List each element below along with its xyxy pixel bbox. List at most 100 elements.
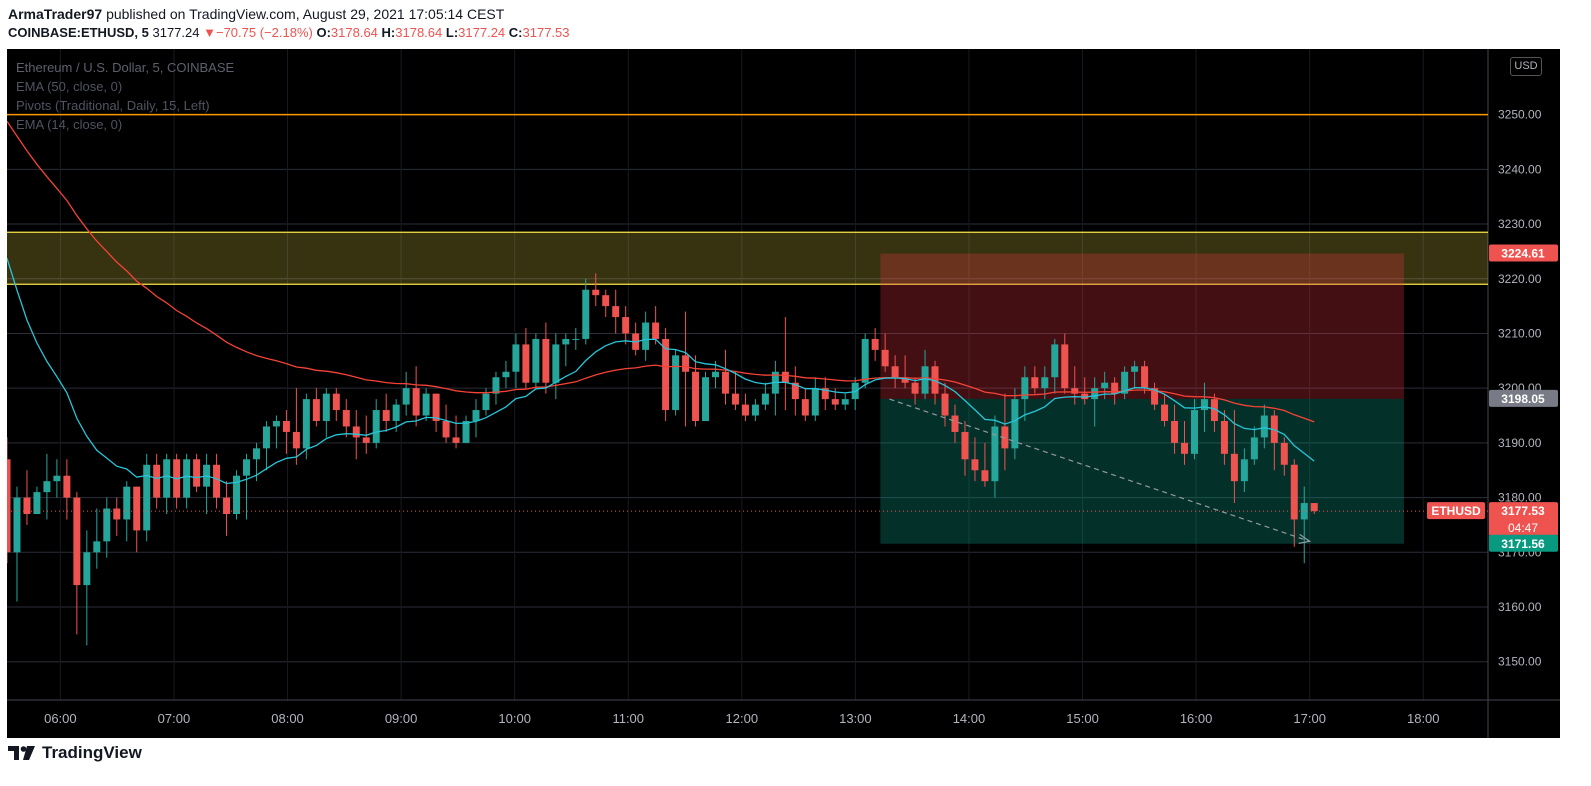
legend-pivots[interactable]: Pivots (Traditional, Daily, 15, Left) [16,96,234,115]
candle-body [1141,366,1149,389]
candle-body [1091,388,1099,400]
candle-body [282,421,290,432]
symbol-info: COINBASE:ETHUSD, 5 3177.24 ▼−70.75 (−2.1… [8,25,570,40]
candle-body [472,410,480,421]
candle-body [1260,415,1268,438]
last-price: 3177.24 [152,25,200,40]
candle-body [692,371,700,421]
candle-body [951,415,959,432]
legend-ema14[interactable]: EMA (14, close, 0) [16,115,234,134]
candle-body [272,421,280,427]
legend-ema50[interactable]: EMA (50, close, 0) [16,77,234,96]
close-value: 3177.53 [522,25,570,40]
candle-body [392,404,400,421]
candle-body [123,486,131,520]
x-tick-label: 17:00 [1293,711,1326,726]
candle-body [193,459,201,487]
candle-body [422,393,430,416]
candle-body [143,464,151,531]
y-tick-label: 3230.00 [1498,217,1542,231]
tradingview-footer: TradingView [8,743,142,763]
candle-body [652,322,660,339]
candle-body [1051,344,1059,378]
candle-body [941,393,949,416]
candle-body [1300,503,1308,520]
y-tick-label: 3240.00 [1498,162,1542,176]
x-tick-label: 14:00 [953,711,986,726]
price-label: 3224.61 [1489,244,1558,262]
candle-body [761,393,769,405]
x-tick-label: 15:00 [1066,711,1099,726]
candle-body [731,393,739,405]
publish-text: published on TradingView.com, August 29,… [106,6,505,22]
candle-body [462,421,470,443]
x-tick-label: 08:00 [271,711,304,726]
candle-body [971,459,979,471]
chart-legend: Ethereum / U.S. Dollar, 5, COINBASE EMA … [16,58,234,134]
candle-body [891,366,899,378]
candle-body [522,344,530,383]
x-tick-label: 11:00 [612,711,644,726]
candle-body [1280,442,1288,465]
publish-info: ArmaTrader97 published on TradingView.co… [8,6,504,22]
candle-body [163,459,171,498]
y-tick-label: 3150.00 [1498,655,1542,669]
take-profit-zone [880,398,1404,544]
candle-body [1250,437,1258,460]
candle-body [1230,453,1238,482]
x-tick-label: 13:00 [839,711,872,726]
candle-body [3,459,11,553]
currency-badge[interactable]: USD [1510,57,1542,76]
candle-body [432,393,440,421]
high-value: 3178.64 [395,25,443,40]
candle-body [751,404,759,416]
candle-body [442,421,450,438]
candle-body [1220,421,1228,454]
candle-body [452,437,460,443]
candle-body [322,393,330,421]
candle-body [332,393,340,411]
candle-body [1131,366,1139,372]
candle-body [1200,399,1208,411]
brand-name: TradingView [42,743,142,762]
low-label: L: [445,25,459,40]
candle-body [981,470,989,482]
candle-body [292,431,300,449]
x-tick-label: 12:00 [726,711,759,726]
candle-body [552,344,560,383]
candle-body [831,399,839,405]
candle-body [1181,442,1188,454]
candle-body [672,355,680,411]
candle-body [183,459,191,498]
chart-area[interactable]: 3150.00 3160.00 3170.00 3180.00 3190.00 3200.… [3,49,1560,738]
candle-body [562,338,570,345]
y-tick-label: 3250.00 [1498,108,1542,122]
high-label: H: [381,25,396,40]
candle-body [682,355,690,372]
price-label-text: 3177.53 [1501,504,1545,518]
candle-body [881,349,889,367]
candle-body [252,448,260,460]
candle-body [412,388,420,416]
x-tick-label: 07:00 [158,711,191,726]
x-tick-label: 16:00 [1180,711,1213,726]
candle-body [402,388,410,405]
candle-body [302,399,310,449]
candle-body [871,338,879,350]
candle-body [312,399,320,421]
y-tick-label: 3190.00 [1498,436,1542,450]
candle-body [642,322,650,350]
candle-body [53,475,61,482]
candle-body [811,388,819,416]
candle-body [133,486,141,531]
y-tick-label: 3210.00 [1498,326,1542,340]
candle-body [841,399,849,405]
author-name[interactable]: ArmaTrader97 [8,6,102,22]
candle-body [702,377,710,421]
candle-body [961,431,969,460]
candle-body [13,497,21,553]
candle-body [352,426,360,438]
candle-body [262,426,270,449]
candle-body [1310,503,1318,512]
price-chart[interactable]: 3150.003160.003170.003180.003190.003200.… [3,49,1560,738]
